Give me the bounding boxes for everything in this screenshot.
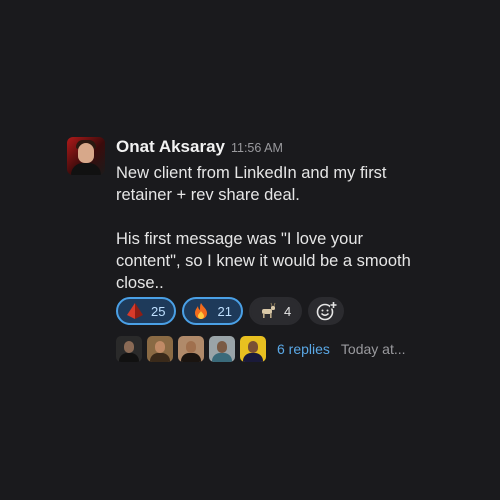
message-line: retainer + rev share deal. — [116, 186, 300, 204]
message-timestamp[interactable]: 11:56 AM — [231, 141, 283, 155]
thread-avatar[interactable] — [178, 336, 204, 362]
red-pyramid-icon — [127, 303, 143, 319]
add-reaction-icon — [316, 301, 338, 321]
author-avatar[interactable] — [67, 137, 105, 175]
thread-avatar[interactable] — [147, 336, 173, 362]
message-line: close.. — [116, 274, 164, 292]
add-reaction-button[interactable] — [308, 297, 345, 325]
message-header: Onat Aksaray 11:56 AM — [116, 137, 446, 161]
fire-icon — [195, 303, 208, 319]
message-text: New client from LinkedIn and my first re… — [116, 162, 446, 294]
reaction-count: 4 — [283, 303, 292, 319]
reaction-fire[interactable]: 21 — [182, 297, 243, 325]
thread-avatar[interactable] — [240, 336, 266, 362]
reactions-bar: 25 21 4 — [116, 297, 345, 325]
thread-summary[interactable]: 6 replies Today at... — [116, 336, 406, 362]
message-line: His first message was "I love your — [116, 230, 364, 248]
thread-avatar[interactable] — [209, 336, 235, 362]
replies-link[interactable]: 6 replies — [277, 341, 330, 357]
message-content: Onat Aksaray 11:56 AM New client from Li… — [116, 137, 446, 294]
message-line: New client from LinkedIn and my first — [116, 164, 387, 182]
author-name[interactable]: Onat Aksaray — [116, 137, 225, 157]
reaction-pyramid[interactable]: 25 — [116, 297, 177, 325]
last-reply-time: Today at... — [340, 341, 406, 357]
message-line: content", so I knew it would be a smooth — [116, 252, 411, 270]
goat-icon — [261, 302, 276, 318]
reaction-goat[interactable]: 4 — [248, 297, 303, 325]
reaction-count: 21 — [217, 303, 232, 319]
thread-avatar[interactable] — [116, 336, 142, 362]
reaction-count: 25 — [151, 303, 166, 319]
